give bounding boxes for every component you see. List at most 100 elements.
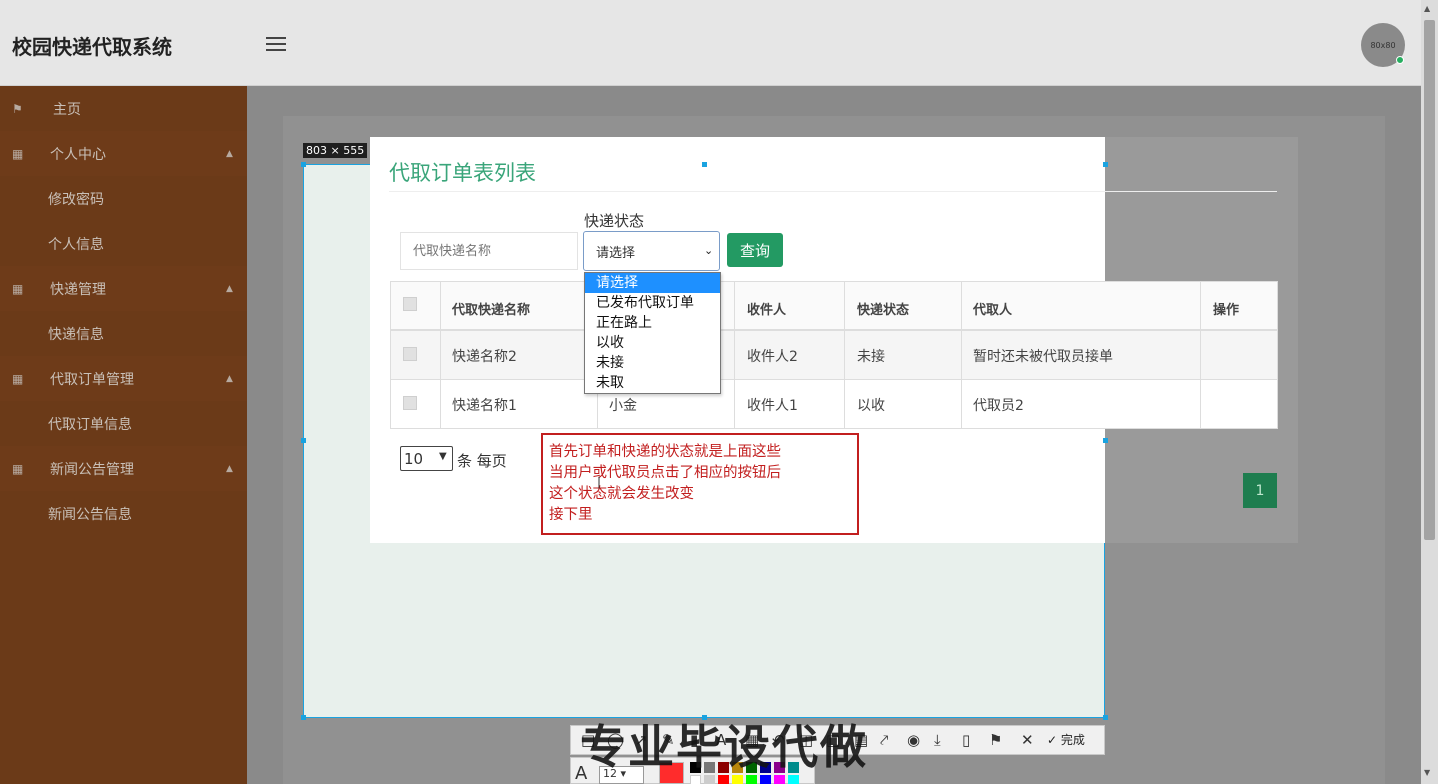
sidebar-group-label: 新闻公告管理: [50, 461, 134, 478]
dropdown-option[interactable]: 已发布代取订单: [585, 293, 720, 313]
status-dropdown-list: 请选择 已发布代取订单 正在路上 以收 未接 未取: [584, 272, 721, 394]
online-status-dot: [1396, 56, 1404, 64]
page-button-current[interactable]: 1: [1243, 473, 1277, 508]
resize-handle[interactable]: [301, 438, 306, 443]
resize-handle[interactable]: [301, 715, 306, 720]
top-header: [0, 0, 1421, 86]
sidebar-item-label: 修改密码: [48, 191, 104, 208]
cell-courier: 代取员2: [973, 398, 1024, 414]
grid-icon: ▦: [12, 146, 24, 161]
done-button-label: 完成: [1060, 733, 1085, 747]
sidebar-item-label: 主页: [53, 101, 81, 118]
cell-status: 未接: [857, 349, 885, 365]
chevron-down-icon: ▼: [439, 451, 447, 462]
dropdown-option[interactable]: 以收: [585, 333, 720, 353]
sidebar-group-label: 个人中心: [50, 146, 106, 163]
record-icon[interactable]: ◉: [907, 731, 920, 749]
annotation-line: 接下里: [549, 507, 593, 523]
sidebar-group-news[interactable]: ▦ 新闻公告管理 ▲: [0, 446, 247, 491]
column-divider: [734, 281, 735, 429]
cell-recipient: 收件人1: [747, 398, 798, 414]
query-button[interactable]: 查询: [727, 233, 783, 267]
dropdown-option[interactable]: 未取: [585, 373, 720, 393]
resize-handle[interactable]: [702, 162, 707, 167]
app-title: 校园快递代取系统: [12, 35, 172, 59]
status-select[interactable]: 请选择: [583, 231, 720, 271]
sidebar-item-home[interactable]: ⚑ 主页: [0, 86, 247, 131]
sidebar-item-news-info[interactable]: 新闻公告信息: [0, 491, 247, 536]
chevron-up-icon: ▲: [226, 148, 233, 159]
dropdown-option[interactable]: 未接: [585, 353, 720, 373]
annotation-textbox[interactable]: 首先订单和快递的状态就是上面这些 当用户或代取员点击了相应的按钮后 这个状态就会…: [541, 433, 859, 535]
sidebar-item-label: 代取订单信息: [48, 416, 132, 433]
chevron-up-icon: ▲: [226, 283, 233, 294]
cell-recipient: 收件人2: [747, 349, 798, 365]
column-divider: [1200, 281, 1201, 429]
column-header: 代取人: [973, 303, 1013, 318]
grid-icon: ▦: [12, 371, 24, 386]
sidebar-group-label: 代取订单管理: [50, 371, 134, 388]
cell-name: 快递名称1: [452, 398, 517, 414]
column-header: 代取快递名称: [452, 303, 531, 318]
sidebar-item-order-info[interactable]: 代取订单信息: [0, 401, 247, 446]
column-header: 收件人: [747, 303, 787, 318]
selection-size-label: 803 × 555: [303, 143, 368, 158]
select-all-checkbox[interactable]: [403, 297, 417, 311]
column-header: 操作: [1213, 303, 1240, 318]
cell-status: 以收: [857, 398, 885, 414]
done-button[interactable]: ✓ 完成: [1047, 731, 1085, 748]
chevron-up-icon: ▲: [226, 373, 233, 384]
check-icon: ✓: [1047, 733, 1058, 747]
text-cursor-icon: ∣: [596, 475, 602, 489]
sidebar-item-change-password[interactable]: 修改密码: [0, 176, 247, 221]
resize-handle[interactable]: [1103, 715, 1108, 720]
divider: [389, 191, 1277, 192]
search-input[interactable]: [400, 232, 578, 270]
sidebar-group-personal[interactable]: ▦ 个人中心 ▲: [0, 131, 247, 176]
watermark: 专业毕设代做: [580, 720, 868, 774]
column-header: 快递状态: [857, 303, 910, 318]
column-divider: [440, 281, 441, 429]
phone-icon[interactable]: ▯: [962, 731, 970, 749]
cell-name: 快递名称2: [452, 349, 517, 365]
row-checkbox[interactable]: [403, 396, 417, 410]
chevron-down-icon: ⌄: [704, 244, 714, 257]
scroll-up-icon[interactable]: ▲: [1424, 4, 1430, 13]
dropdown-option[interactable]: 请选择: [585, 273, 720, 293]
scrollbar-thumb[interactable]: [1424, 20, 1435, 540]
cell-courier: 暂时还未被代取员接单: [973, 349, 1113, 365]
status-filter-label: 快递状态: [584, 212, 645, 230]
sidebar-item-label: 个人信息: [48, 236, 104, 253]
per-page-value: 10: [404, 449, 424, 468]
row-checkbox[interactable]: [403, 347, 417, 361]
sidebar-group-orders[interactable]: ▦ 代取订单管理 ▲: [0, 356, 247, 401]
grid-icon: ▦: [12, 281, 24, 296]
page-title: 代取订单表列表: [389, 161, 536, 185]
menu-toggle-icon[interactable]: [266, 37, 286, 51]
download-icon[interactable]: ⤓: [934, 731, 941, 749]
resize-handle[interactable]: [301, 162, 306, 167]
chevron-up-icon: ▲: [226, 463, 233, 474]
pin-icon[interactable]: ⤤: [880, 731, 888, 749]
resize-handle[interactable]: [1103, 162, 1108, 167]
sidebar-group-express[interactable]: ▦ 快递管理 ▲: [0, 266, 247, 311]
scroll-down-icon[interactable]: ▼: [1424, 768, 1430, 777]
sidebar-group-label: 快递管理: [50, 281, 106, 298]
table-row: [390, 380, 1278, 429]
sidebar-item-personal-info[interactable]: 个人信息: [0, 221, 247, 266]
annotation-line: 首先订单和快递的状态就是上面这些: [549, 444, 781, 460]
sidebar-item-express-info[interactable]: 快递信息: [0, 311, 247, 356]
close-icon[interactable]: ✕: [1021, 731, 1034, 749]
cell-col2: 小金: [609, 398, 637, 414]
resize-handle[interactable]: [1103, 438, 1108, 443]
per-page-label: 条 每页: [457, 452, 507, 470]
column-divider: [844, 281, 845, 429]
table-row: [390, 331, 1278, 380]
sidebar-item-label: 新闻公告信息: [48, 506, 132, 523]
flag-icon: ⚑: [12, 101, 23, 116]
sidebar-item-label: 快递信息: [48, 326, 104, 343]
dropdown-option[interactable]: 正在路上: [585, 313, 720, 333]
bookmark-icon[interactable]: ⚑: [989, 731, 1002, 749]
grid-icon: ▦: [12, 461, 24, 476]
column-divider: [961, 281, 962, 429]
